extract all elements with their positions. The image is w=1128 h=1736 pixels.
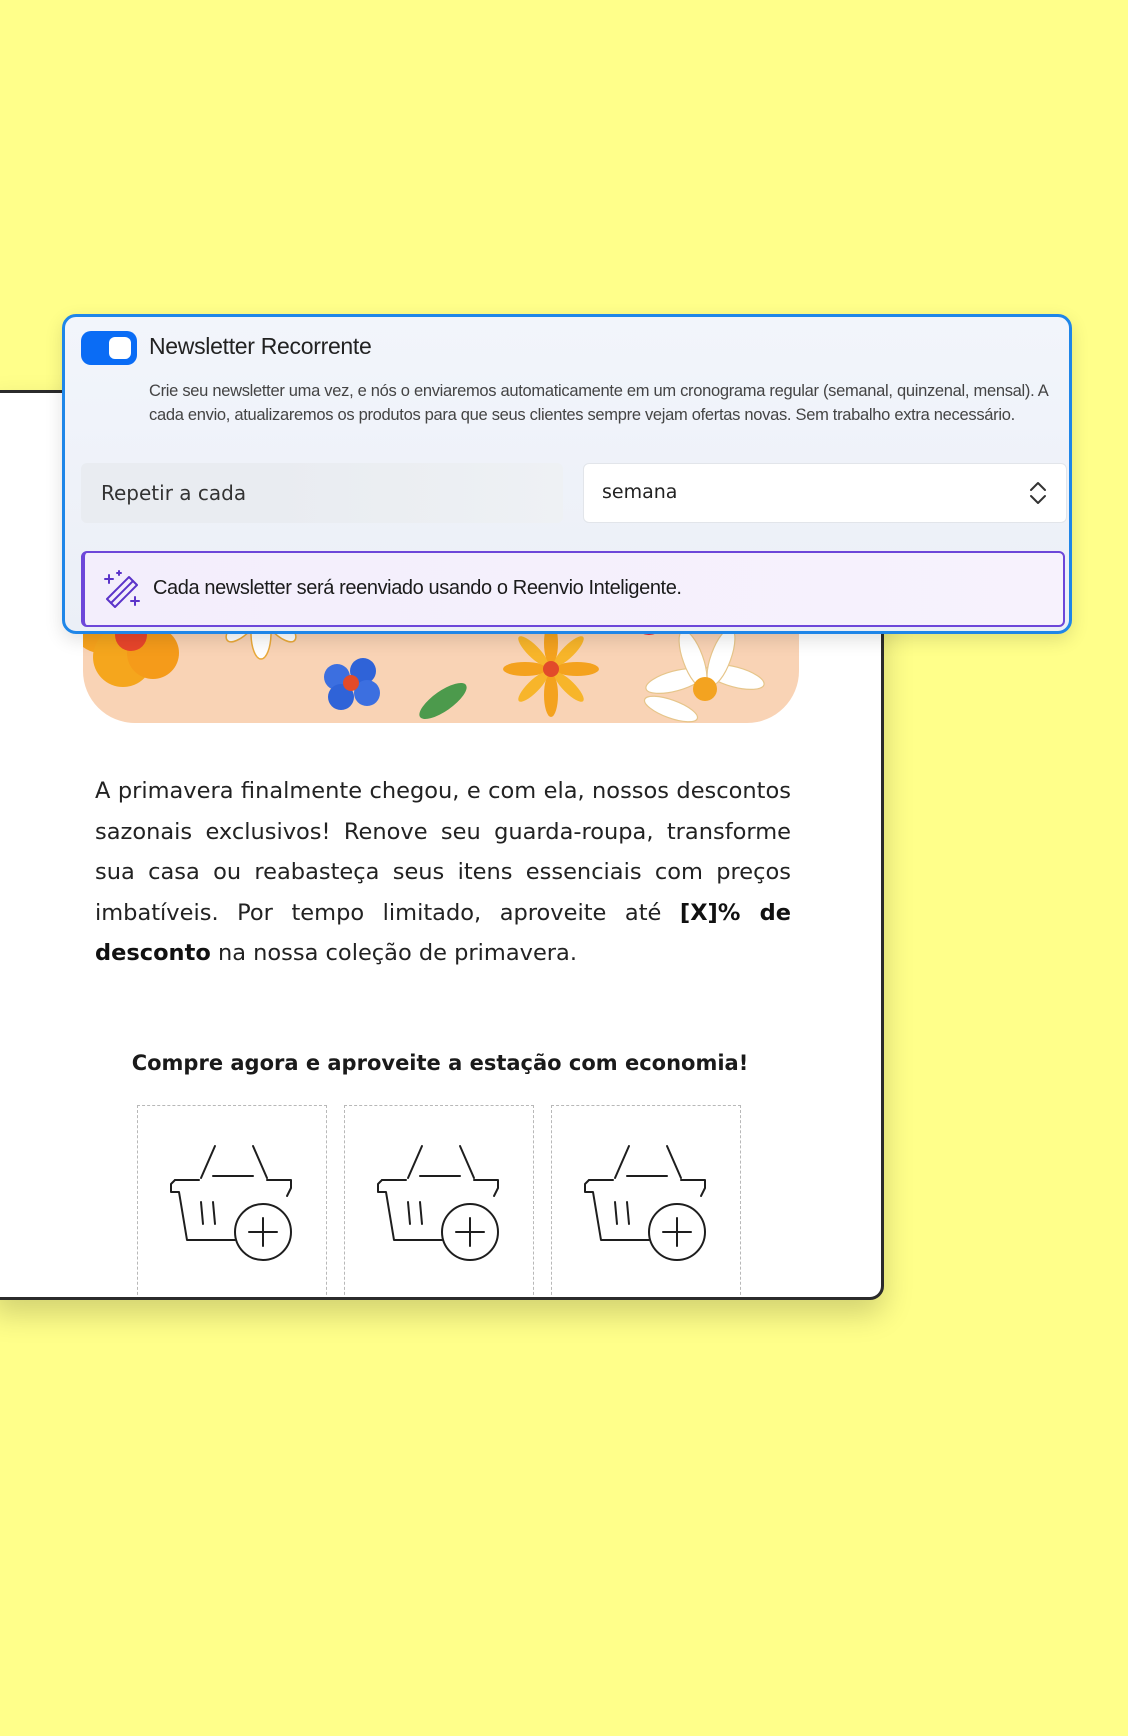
smart-resend-text: Cada newsletter será reenviado usando o … [153, 577, 682, 599]
recurring-newsletter-panel: Newsletter Recorrente Crie seu newslette… [62, 314, 1072, 634]
repeat-label: Repetir a cada [101, 481, 247, 505]
chevron-up-down-icon [1030, 482, 1046, 504]
email-body-text: A primavera finalmente chegou, e com ela… [95, 778, 791, 966]
product-slot[interactable] [551, 1105, 741, 1297]
frequency-select[interactable]: semana [583, 463, 1067, 523]
toggle-knob [109, 337, 131, 359]
cta-headline: Compre agora e aproveite a estação com e… [131, 1051, 749, 1075]
panel-title: Newsletter Recorrente [149, 333, 372, 359]
recurring-toggle[interactable] [81, 331, 137, 365]
smart-resend-notice: Cada newsletter será reenviado usando o … [81, 551, 1065, 627]
basket-add-icon [377, 1145, 499, 1261]
product-slot[interactable] [137, 1105, 327, 1297]
product-slot[interactable] [344, 1105, 534, 1297]
basket-add-icon [170, 1145, 292, 1261]
product-grid [137, 1105, 741, 1297]
panel-description: Crie seu newsletter uma vez, e nós o env… [149, 382, 1048, 424]
magic-wand-icon [104, 570, 140, 608]
basket-add-icon [584, 1145, 706, 1261]
repeat-field: Repetir a cada [81, 463, 563, 523]
frequency-value: semana [602, 481, 678, 503]
